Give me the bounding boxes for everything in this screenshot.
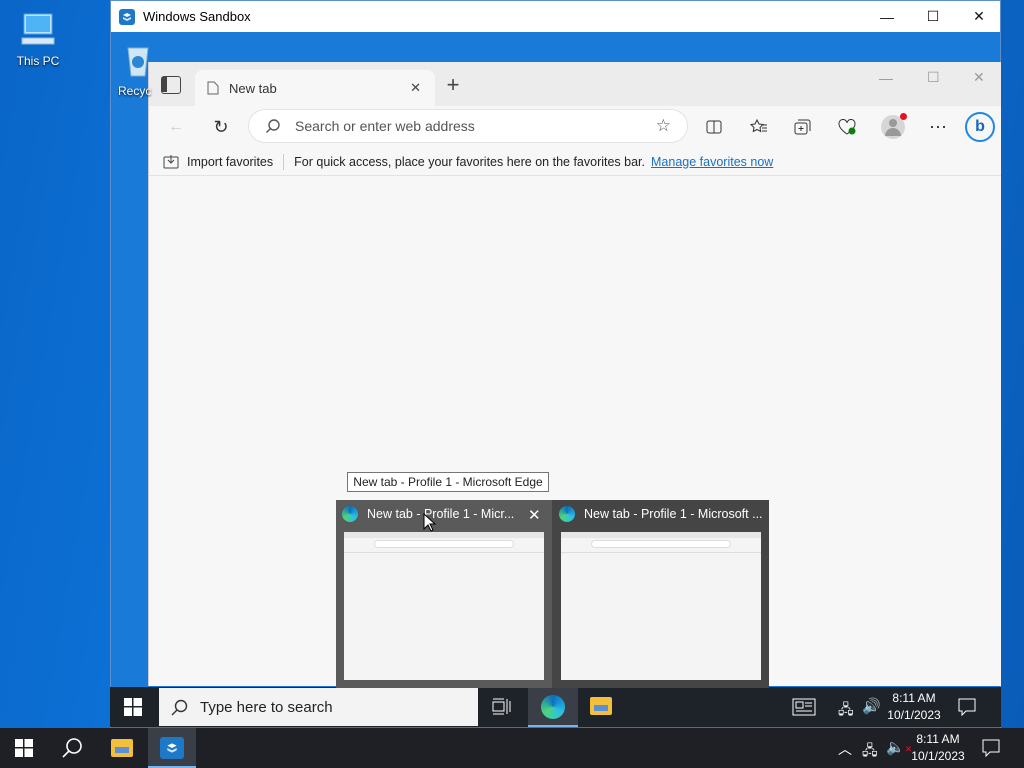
edge-icon	[559, 506, 575, 522]
sandbox-title: Windows Sandbox	[143, 9, 251, 24]
search-icon	[266, 119, 280, 133]
address-bar[interactable]: Search or enter web address ☆	[249, 110, 687, 142]
taskbar-tooltip: New tab - Profile 1 - Microsoft Edge	[347, 472, 549, 492]
computer-icon	[18, 10, 58, 50]
file-explorer-icon[interactable]	[590, 697, 612, 715]
import-favorites-button[interactable]: Import favorites	[187, 155, 273, 169]
browser-essentials-icon[interactable]	[830, 110, 864, 144]
collections-icon[interactable]	[786, 110, 820, 144]
edge-close-button[interactable]: ✕	[973, 69, 985, 86]
desktop-icon-label: Recyc	[118, 84, 152, 98]
sandbox-minimize-button[interactable]: —	[864, 1, 910, 32]
network-icon[interactable]: 🖧	[862, 740, 878, 764]
split-screen-icon[interactable]	[697, 110, 731, 144]
sandbox-date: 10/1/2023	[887, 708, 941, 722]
favorites-bar-message: For quick access, place your favorites h…	[294, 154, 646, 169]
search-icon	[171, 699, 188, 715]
taskbar-sandbox-button[interactable]	[148, 728, 196, 768]
preview-thumbnail	[344, 532, 544, 680]
sandbox-title-bar[interactable]: Windows Sandbox — ☐ ✕	[111, 1, 1000, 32]
network-icon[interactable]: 🖧	[838, 699, 854, 723]
tab-new-tab[interactable]: New tab ✕	[195, 70, 435, 106]
desktop-icon-label: This PC	[16, 54, 60, 68]
volume-icon[interactable]: 🔊	[862, 697, 881, 715]
sandbox-maximize-button[interactable]: ☐	[910, 1, 956, 32]
file-explorer-icon[interactable]	[111, 739, 133, 757]
tab-close-icon[interactable]: ✕	[410, 80, 421, 96]
host-time: 8:11 AM	[916, 732, 960, 746]
manage-favorites-link[interactable]: Manage favorites now	[651, 155, 773, 169]
taskbar-search-box[interactable]: Type here to search	[159, 688, 478, 726]
host-taskbar: ︿ 🖧 🔈✕ 8:11 AM 10/1/2023	[0, 728, 1024, 768]
windows-logo-icon	[15, 739, 33, 757]
taskbar-thumbnail-preview: New tab - Profile 1 - Micr... ✕ New tab …	[336, 500, 769, 688]
recycle-bin-icon	[118, 40, 158, 80]
import-favorites-icon	[163, 154, 179, 168]
page-icon	[207, 81, 219, 95]
search-icon[interactable]	[61, 737, 83, 764]
edge-icon	[541, 695, 565, 719]
preview-title: New tab - Profile 1 - Micr...	[367, 507, 515, 521]
desktop-icon-recycle-bin[interactable]: Recyc	[118, 40, 158, 98]
start-button[interactable]	[15, 739, 33, 762]
profile-avatar[interactable]	[876, 110, 910, 144]
edge-toolbar: ← ↻ Search or enter web address ☆ ⋯ b	[149, 106, 1001, 148]
edge-tab-bar: New tab ✕ + — ☐ ✕	[149, 62, 1001, 106]
preview-window-2[interactable]: New tab - Profile 1 - Microsoft ...	[553, 500, 769, 688]
task-view-icon[interactable]	[492, 697, 512, 720]
notifications-icon[interactable]	[958, 698, 976, 721]
edge-maximize-button[interactable]: ☐	[927, 69, 940, 86]
show-hidden-icons-chevron[interactable]: ︿	[838, 739, 852, 759]
tab-title: New tab	[229, 80, 277, 96]
preview-close-icon[interactable]: ✕	[528, 506, 541, 524]
start-button[interactable]	[124, 698, 142, 721]
more-options-icon[interactable]: ⋯	[921, 110, 955, 144]
sandbox-app-icon	[160, 737, 184, 759]
notifications-icon[interactable]	[982, 739, 1000, 762]
refresh-icon[interactable]: ↻	[204, 110, 238, 144]
sandbox-close-button[interactable]: ✕	[956, 1, 1002, 32]
preview-thumbnail	[561, 532, 761, 680]
favorite-star-icon[interactable]: ☆	[656, 116, 671, 136]
edge-icon	[342, 506, 358, 522]
sandbox-time: 8:11 AM	[892, 691, 936, 705]
taskbar-search-placeholder: Type here to search	[200, 698, 333, 716]
windows-logo-icon	[124, 698, 142, 716]
favorites-bar: Import favorites For quick access, place…	[149, 148, 1001, 176]
edge-minimize-button[interactable]: —	[879, 70, 893, 86]
tab-actions-icon[interactable]	[161, 76, 181, 94]
new-tab-button[interactable]: +	[441, 74, 465, 98]
preview-window-1[interactable]: New tab - Profile 1 - Micr... ✕	[336, 500, 552, 688]
news-widget-icon[interactable]	[792, 698, 816, 721]
mouse-cursor-icon	[423, 513, 437, 532]
sandbox-app-icon	[119, 8, 135, 25]
sandbox-taskbar: Type here to search 🖧 🔊 8:11 AM 10/1/202…	[110, 687, 1001, 727]
favorites-icon[interactable]	[742, 110, 776, 144]
back-arrow-icon[interactable]: ←	[159, 110, 193, 144]
address-input[interactable]: Search or enter web address	[295, 118, 475, 134]
bing-copilot-icon[interactable]: b	[963, 110, 997, 144]
sandbox-clock[interactable]: 8:11 AM 10/1/2023	[882, 690, 946, 724]
preview-header: New tab - Profile 1 - Microsoft ...	[559, 506, 763, 522]
divider	[283, 153, 285, 170]
preview-title: New tab - Profile 1 - Microsoft ...	[584, 507, 763, 521]
taskbar-edge-button[interactable]	[528, 687, 578, 727]
host-clock[interactable]: 8:11 AM 10/1/2023	[906, 731, 970, 765]
host-date: 10/1/2023	[911, 749, 965, 763]
desktop-icon-this-pc[interactable]: This PC	[8, 10, 68, 68]
